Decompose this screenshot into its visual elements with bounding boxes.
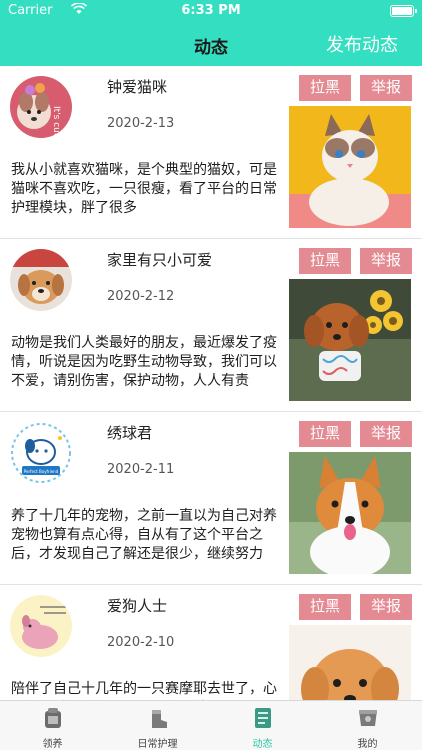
block-button[interactable]: 拉黑 [299,421,351,447]
block-button[interactable]: 拉黑 [299,248,351,274]
tab-label: 日常护理 [137,739,178,750]
post-photo-poodle[interactable] [289,279,411,401]
post-content: 动物是我们人类最好的朋友，最近爆发了疫情，听说是因为吃野生动物导致，我们可以不爱… [11,335,277,389]
battery-icon [390,5,417,17]
feed-icon [252,706,274,730]
post-username[interactable]: 家里有只小可爱 [107,249,212,270]
tab-daily-care[interactable]: 日常护理 [105,701,210,750]
post-item: It's cute 钟爱猫咪 2020-2-13 我从小就喜欢猫咪，是个典型的猫… [0,66,422,239]
post-date: 2020-2-13 [107,116,175,131]
status-bar: Carrier 6:33 PM [0,0,422,22]
avatar-badge-text: It's cute [51,106,61,138]
profile-icon [357,706,379,730]
report-button[interactable]: 举报 [360,594,412,620]
post-content: 养了十几年的宠物，之前一直以为自己对养宠物也算有点心得，自从有了这个平台之后，才… [11,508,277,562]
block-button[interactable]: 拉黑 [299,75,351,101]
user-avatar[interactable] [10,249,72,311]
user-avatar[interactable]: Perfect Boyfriend [10,422,72,484]
post-item: Perfect Boyfriend 绣球君 2020-2-11 养了十几年的宠物… [0,412,422,585]
post-photo-teddy-dog[interactable] [289,625,411,700]
clock: 6:33 PM [181,3,241,18]
nav-bar: 动态 发布动态 [0,22,422,66]
post-date: 2020-2-10 [107,635,175,650]
report-button[interactable]: 举报 [360,75,412,101]
report-button[interactable]: 举报 [360,248,412,274]
post-username[interactable]: 钟爱猫咪 [107,76,167,97]
tab-adopt[interactable]: 领养 [0,701,105,750]
care-icon [147,706,169,730]
post-photo-cat[interactable] [289,106,411,228]
tab-label: 动态 [252,739,273,750]
user-avatar[interactable]: It's cute [10,76,72,138]
post-photo-corgi[interactable] [289,452,411,574]
user-avatar[interactable] [10,595,72,657]
block-button[interactable]: 拉黑 [299,594,351,620]
post-feed[interactable]: It's cute 钟爱猫咪 2020-2-13 我从小就喜欢猫咪，是个典型的猫… [0,66,422,700]
tab-label: 领养 [42,739,63,750]
post-username[interactable]: 绣球君 [107,422,152,443]
post-date: 2020-2-12 [107,289,175,304]
report-button[interactable]: 举报 [360,421,412,447]
publish-post-button[interactable]: 发布动态 [326,31,398,57]
post-item: 爱狗人士 2020-2-10 陪伴了自己十几年的一只赛摩耶去世了，心里很难过，感… [0,585,422,700]
tab-mine[interactable]: 我的 [315,701,420,750]
post-content: 陪伴了自己十几年的一只赛摩耶去世了，心里很难过，感觉以后都不会再养了 [11,681,277,697]
post-username[interactable]: 爱狗人士 [107,595,167,616]
avatar-badge-text: Perfect Boyfriend [24,469,59,474]
tab-bar: 领养 日常护理 动态 我的 [0,700,422,750]
tab-feed[interactable]: 动态 [210,701,315,750]
adopt-icon [42,706,64,730]
post-date: 2020-2-11 [107,462,175,477]
post-content: 我从小就喜欢猫咪，是个典型的猫奴，可是猫咪不喜欢吃，一只很瘦，看了平台的日常护理… [11,162,277,216]
tab-label: 我的 [357,739,378,750]
post-item: 家里有只小可爱 2020-2-12 动物是我们人类最好的朋友，最近爆发了疫情，听… [0,239,422,412]
